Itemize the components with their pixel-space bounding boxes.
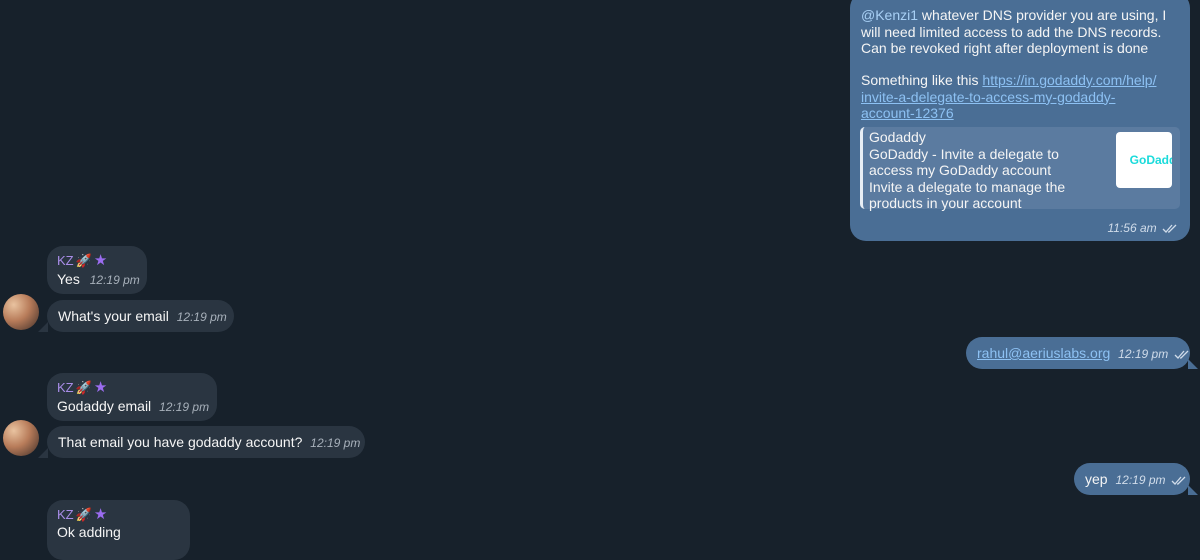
url-link[interactable]: https://in.godaddy.com/help/ [982,72,1156,88]
message-text: @Kenzi1 whatever DNS provider you are us… [861,7,1167,56]
rocket-icon: 🚀 [75,380,92,395]
message-timestamp: 12:19 pm [1115,473,1186,487]
sender-name[interactable]: KZ 🚀 ★ [57,380,107,396]
url-link-cont[interactable]: account-12376 [861,105,954,121]
message-text: Yes 12:19 pm [57,271,140,287]
message-bubble-outgoing[interactable]: yep 12:19 pm [1074,463,1190,495]
message-text: Ok adding [57,524,121,540]
url-link-cont[interactable]: invite-a-delegate-to-access-my-godaddy- [861,89,1115,105]
bubble-tail [1188,485,1198,495]
double-check-icon [1162,224,1177,233]
avatar[interactable] [3,294,39,330]
rocket-icon: 🚀 [75,253,92,268]
message-timestamp: 12:19 pm [310,436,361,450]
rocket-icon: 🚀 [75,507,92,522]
godaddy-logo-icon: GoDadd [1129,153,1172,167]
bubble-tail [1188,359,1198,369]
message-text: What's your email 12:19 pm [58,308,227,324]
message-text: rahul@aeriuslabs.org 12:19 pm [977,345,1190,363]
message-text: Godaddy email 12:19 pm [57,398,210,414]
star-icon: ★ [93,379,108,396]
preview-site-name: Godaddy [869,129,926,145]
star-icon: ★ [93,506,108,523]
message-timestamp: 12:19 pm [176,310,227,324]
preview-title: GoDaddy - Invite a delegate to access my… [869,145,1059,179]
link-preview-card[interactable]: Godaddy GoDaddy - Invite a delegate to a… [860,127,1180,212]
message-timestamp: 12:19 pm [89,273,140,287]
message-bubble-incoming[interactable]: KZ 🚀 ★ Yes 12:19 pm [47,246,147,294]
message-bubble-outgoing[interactable]: @Kenzi1 whatever DNS provider you are us… [850,0,1190,241]
sender-name[interactable]: KZ 🚀 ★ [57,253,107,269]
avatar[interactable] [3,420,39,456]
message-bubble-outgoing[interactable]: rahul@aeriuslabs.org 12:19 pm [966,337,1190,369]
sender-name[interactable]: KZ 🚀 ★ [57,507,107,523]
message-timestamp: 11:56 am [1108,221,1179,235]
message-text: That email you have godaddy account? 12:… [58,434,361,450]
message-bubble-incoming[interactable]: What's your email 12:19 pm [47,300,234,332]
star-icon: ★ [93,252,108,269]
message-bubble-incoming[interactable]: KZ 🚀 ★ Ok adding [47,500,190,560]
message-text: yep 12:19 pm [1085,471,1187,489]
preview-thumbnail: GoDadd [1116,132,1172,188]
double-check-icon [1171,476,1186,485]
preview-description: Invite a delegate to manage the products… [869,178,1066,212]
email-link[interactable]: rahul@aeriuslabs.org [977,345,1110,361]
bubble-tail [38,448,48,458]
message-timestamp: 12:19 pm [159,400,210,414]
message-bubble-incoming[interactable]: KZ 🚀 ★ Godaddy email 12:19 pm [47,373,217,421]
message-bubble-incoming[interactable]: That email you have godaddy account? 12:… [47,426,365,458]
bubble-tail [38,322,48,332]
message-text-link-line: Something like this https://in.godaddy.c… [861,72,1157,121]
mention-link[interactable]: @Kenzi1 [861,7,918,23]
message-timestamp: 12:19 pm [1118,347,1189,361]
